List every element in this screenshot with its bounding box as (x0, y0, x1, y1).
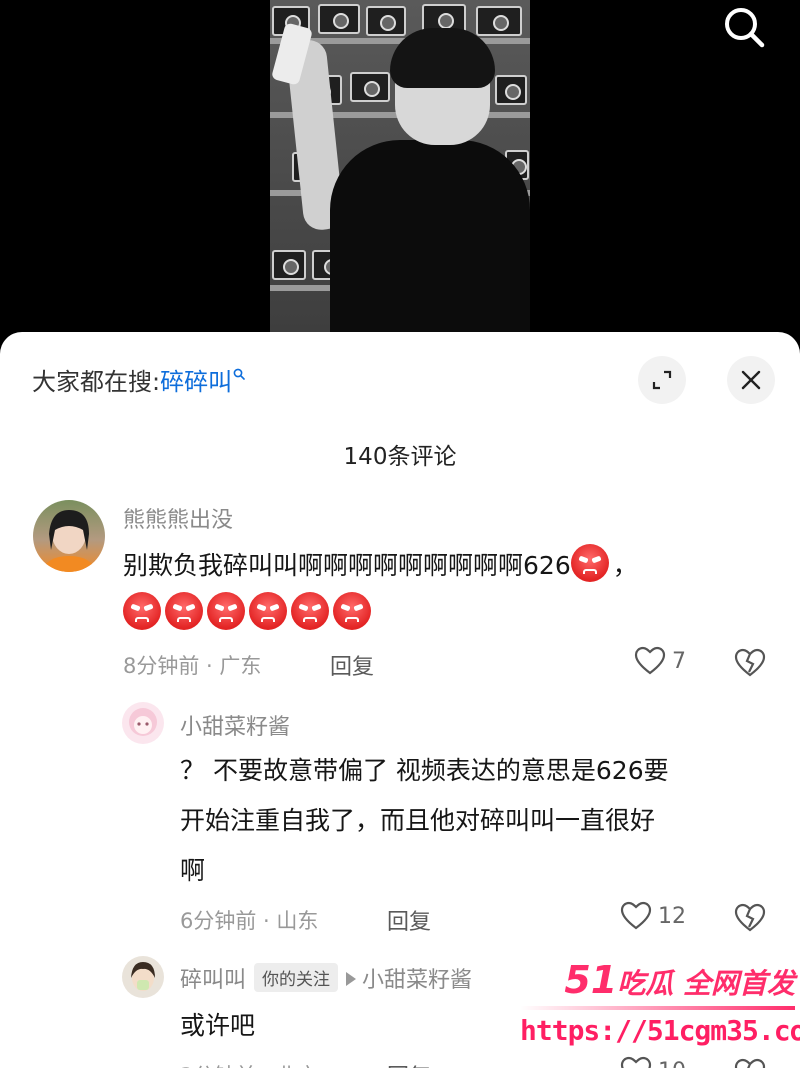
broken-heart-icon[interactable] (734, 1058, 766, 1068)
search-icon (725, 8, 765, 48)
like-button[interactable]: 10 (620, 1056, 686, 1068)
camera-prop (495, 75, 527, 105)
expand-button[interactable] (638, 356, 686, 404)
heart-icon (620, 1056, 652, 1068)
angry-face-emoji (165, 592, 203, 630)
watermark-brand-number: 51 (564, 958, 618, 1002)
watermark: 51吃瓜 全网首发 https://51cgm35.com (520, 958, 800, 1047)
like-button[interactable]: 7 (634, 646, 686, 676)
following-badge: 你的关注 (254, 963, 339, 992)
comment-text: ？ 不要故意带偏了 视频表达的意思是626要 (180, 756, 669, 785)
broken-heart-icon[interactable] (734, 648, 766, 678)
reply-arrow-icon (346, 972, 357, 986)
video-frame[interactable] (270, 0, 530, 332)
watermark-brand-text: 吃瓜 全网首发 (617, 967, 795, 1000)
like-count: 12 (658, 903, 686, 929)
like-count: 10 (658, 1059, 686, 1068)
comment-text-suffix: ， (612, 551, 638, 580)
comment-text: 别欺负我碎叫叫啊啊啊啊啊啊啊啊啊626 ， (123, 542, 763, 590)
comment-username[interactable]: 碎叫叫 (180, 968, 246, 993)
watermark-divider (520, 1006, 795, 1010)
avatar[interactable] (33, 500, 105, 572)
camera-prop (318, 4, 360, 34)
comment-username[interactable]: 熊熊熊出没 (123, 502, 233, 534)
watermark-brand: 51吃瓜 全网首发 (520, 958, 795, 1002)
close-button[interactable] (727, 356, 775, 404)
comment-time-location: 6分钟前 · 山东 (180, 909, 319, 933)
avatar-image (129, 708, 157, 736)
search-button[interactable] (716, 0, 772, 56)
person-hair (390, 28, 495, 88)
angry-face-emoji (333, 592, 371, 630)
heart-icon (634, 646, 666, 675)
close-icon (741, 370, 761, 390)
angry-face-emoji (291, 592, 329, 630)
avatar[interactable] (122, 956, 164, 998)
comment-text-body: 别欺负我碎叫叫啊啊啊啊啊啊啊啊啊626 (123, 551, 571, 580)
video-player[interactable] (0, 0, 800, 345)
hot-search-label: 大家都在搜: (32, 368, 161, 396)
comment-text: 啊 (180, 856, 206, 885)
like-button[interactable]: 12 (620, 901, 686, 931)
like-count: 7 (672, 648, 686, 674)
comment-time-location: 8分钟前 · 广东 (123, 654, 262, 678)
hot-search-bar[interactable]: 大家都在搜:碎碎叫 (32, 362, 245, 397)
comment-text: 或许吧 (180, 1011, 256, 1040)
hot-search-keyword[interactable]: 碎碎叫 (160, 368, 232, 396)
avatar[interactable] (122, 702, 164, 744)
reply-button[interactable]: 回复 (387, 1059, 431, 1068)
comment-emoji-line (123, 590, 375, 638)
comment-time-location: 3分钟前 · 北京 (180, 1060, 318, 1068)
angry-face-emoji (249, 592, 287, 630)
search-icon (233, 368, 245, 380)
camera-prop (366, 6, 406, 36)
avatar-image (41, 510, 97, 572)
comment-username[interactable]: 小甜菜籽酱 (180, 709, 290, 741)
angry-face-emoji (207, 592, 245, 630)
reply-to-username[interactable]: 小甜菜籽酱 (362, 968, 472, 993)
comment-count-title: 140条评论 (343, 444, 457, 470)
camera-prop (272, 250, 306, 280)
avatar-image (131, 962, 155, 991)
camera-prop (476, 6, 522, 36)
comment-text: 开始注重自我了，而且他对碎叫叫一直很好 (180, 806, 656, 835)
angry-face-emoji (570, 544, 609, 582)
reply-button[interactable]: 回复 (387, 904, 431, 936)
broken-heart-icon[interactable] (734, 903, 766, 933)
reply-button[interactable]: 回复 (330, 649, 374, 681)
camera-prop (350, 72, 390, 102)
person-body (330, 140, 530, 332)
watermark-url: https://51cgm35.com (520, 1014, 800, 1047)
comment-reply-header: 碎叫叫 你的关注 小甜菜籽酱 (180, 962, 472, 994)
expand-icon (652, 370, 672, 390)
heart-icon (620, 901, 652, 930)
angry-face-emoji (123, 592, 161, 630)
